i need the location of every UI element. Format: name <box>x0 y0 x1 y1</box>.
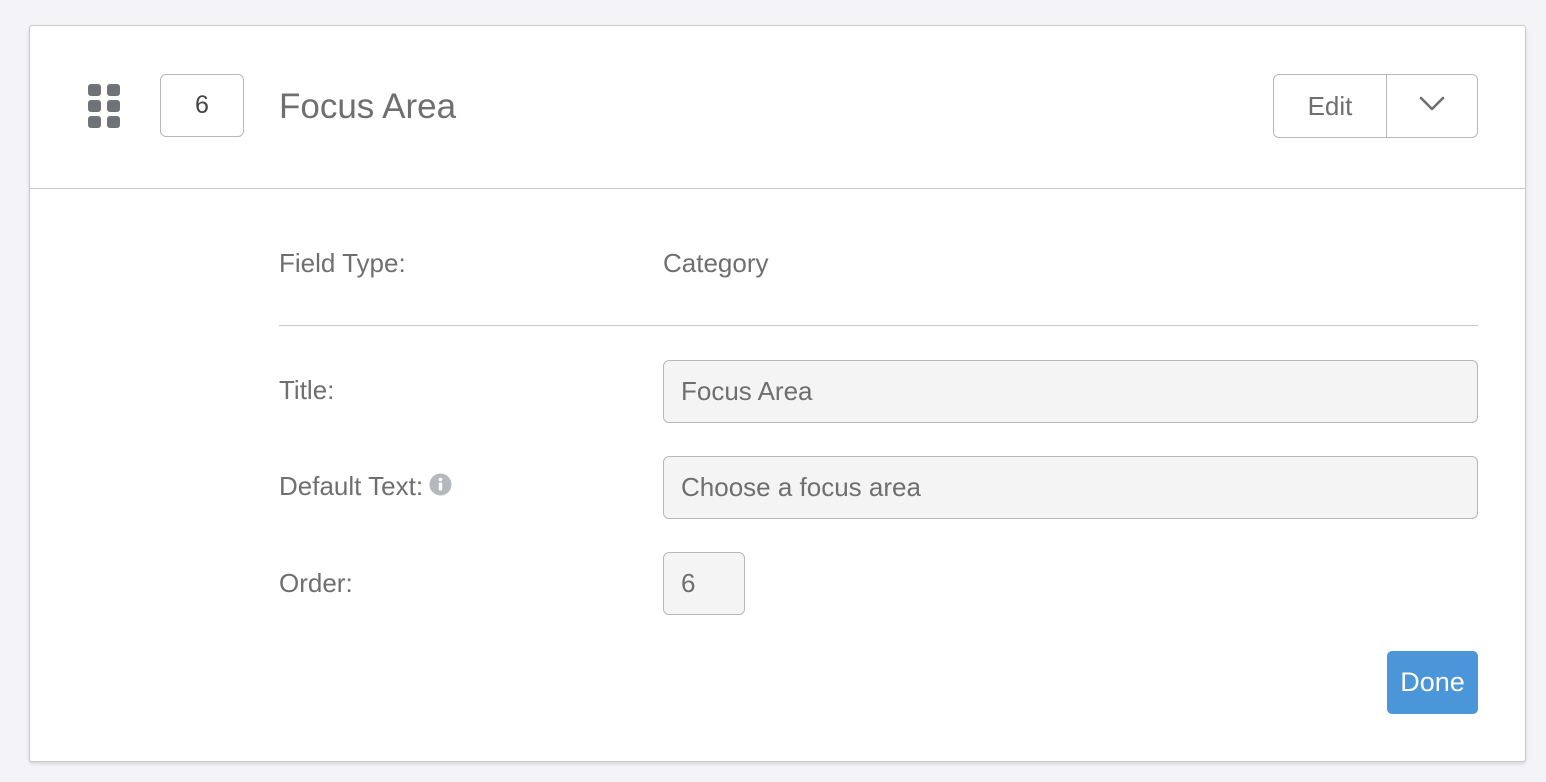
card-header: 6 Focus Area Edit <box>30 26 1525 189</box>
expand-toggle-button[interactable] <box>1387 75 1477 137</box>
field-type-value: Category <box>663 248 769 278</box>
card-title: Focus Area <box>279 87 457 126</box>
info-icon[interactable] <box>429 473 452 496</box>
chevron-down-icon <box>1419 96 1445 117</box>
title-label: Title: <box>279 375 335 405</box>
default-text-input[interactable] <box>663 456 1478 519</box>
done-button[interactable]: Done <box>1387 651 1478 714</box>
edit-button[interactable]: Edit <box>1274 75 1387 137</box>
edit-button-group: Edit <box>1273 74 1478 138</box>
drag-handle-icon[interactable] <box>88 84 122 130</box>
order-badge: 6 <box>160 74 244 137</box>
field-card: 6 Focus Area Edit Field Type: Category T… <box>29 25 1526 762</box>
order-label: Order: <box>279 568 353 598</box>
default-text-row-label: Default Text: <box>279 470 452 502</box>
section-divider <box>279 325 1478 326</box>
title-input[interactable] <box>663 360 1478 423</box>
order-input[interactable] <box>663 552 745 615</box>
default-text-label: Default Text: <box>279 471 424 501</box>
field-type-label: Field Type: <box>279 248 406 278</box>
